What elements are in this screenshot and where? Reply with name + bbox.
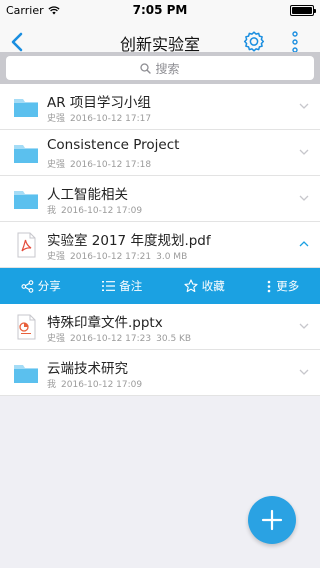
file-owner: 史强 (47, 252, 66, 262)
file-row[interactable]: 实验室 2017 年度规划.pdf 史强 2016-10-12 17:21 3.0 … (0, 222, 320, 268)
pdf-file-icon (17, 232, 36, 258)
file-name: 云端技术研究 (47, 361, 128, 377)
file-meta: 我 2016-10-12 17:09 (47, 203, 147, 216)
note-button[interactable]: 备注 (102, 278, 142, 294)
more-vertical-icon (267, 280, 271, 292)
search-placeholder: 搜索 (155, 61, 180, 76)
favorite-button[interactable]: 收藏 (184, 278, 225, 294)
file-action-bar: 分享 备注 收藏 更多 (0, 268, 320, 304)
file-list: AR 项目学习小组 史强 2016-10-12 17:17 Consistence… (0, 84, 320, 396)
file-row[interactable]: AR 项目学习小组 史强 2016-10-12 17:17 (0, 84, 320, 130)
share-label: 分享 (37, 279, 61, 293)
file-owner: 史强 (47, 160, 66, 170)
file-owner: 史强 (47, 334, 66, 344)
status-time: 7:05 PM (132, 3, 188, 17)
file-meta: 史强 2016-10-12 17:23 30.5 KB (47, 331, 196, 344)
file-name: AR 项目学习小组 (47, 95, 151, 111)
folder-icon (14, 191, 38, 209)
file-row[interactable]: Consistence Project 史强 2016-10-12 17:18 (0, 130, 320, 176)
chevron-down-icon[interactable] (298, 321, 310, 331)
battery-icon (290, 5, 316, 16)
file-date: 2016-10-12 17:21 (70, 252, 152, 262)
plus-icon (261, 509, 283, 531)
chevron-up-icon[interactable] (298, 239, 310, 249)
file-row[interactable]: 云端技术研究 我 2016-10-12 17:09 (0, 350, 320, 396)
file-size: 30.5 KB (156, 334, 192, 344)
folder-icon (14, 99, 38, 117)
chevron-down-icon[interactable] (298, 193, 310, 203)
folder-icon (14, 145, 38, 163)
favorite-label: 收藏 (201, 279, 225, 293)
file-name: 特殊印章文件.pptx (47, 315, 163, 331)
status-bar: Carrier 7:05 PM (0, 0, 320, 20)
file-owner: 史强 (47, 114, 66, 124)
chevron-down-icon[interactable] (298, 101, 310, 111)
file-meta: 史强 2016-10-12 17:21 3.0 MB (47, 249, 192, 262)
gear-icon[interactable] (242, 30, 266, 54)
pptx-file-icon (17, 314, 36, 340)
star-icon (184, 279, 198, 293)
more-button[interactable]: 更多 (266, 278, 299, 294)
chevron-down-icon[interactable] (298, 147, 310, 157)
search-icon (140, 62, 152, 74)
file-date: 2016-10-12 17:23 (70, 334, 152, 344)
folder-icon (14, 365, 38, 383)
file-meta: 史强 2016-10-12 17:18 (47, 157, 156, 170)
note-label: 备注 (119, 279, 143, 293)
file-size: 3.0 MB (156, 252, 188, 262)
share-button[interactable]: 分享 (21, 278, 61, 294)
search-input[interactable]: 搜索 (6, 56, 314, 80)
file-date: 2016-10-12 17:09 (61, 380, 143, 390)
chevron-down-icon[interactable] (298, 367, 310, 377)
file-row[interactable]: 特殊印章文件.pptx 史强 2016-10-12 17:23 30.5 KB (0, 304, 320, 350)
list-icon (102, 281, 116, 291)
share-icon (21, 279, 34, 293)
file-owner: 我 (47, 206, 57, 216)
file-name: 实验室 2017 年度规划.pdf (47, 233, 211, 249)
file-owner: 我 (47, 380, 57, 390)
more-label: 更多 (276, 279, 300, 293)
file-date: 2016-10-12 17:18 (70, 160, 152, 170)
file-name: 人工智能相关 (47, 187, 128, 203)
file-date: 2016-10-12 17:09 (61, 206, 143, 216)
chevron-left-icon (11, 32, 23, 52)
file-row[interactable]: 人工智能相关 我 2016-10-12 17:09 (0, 176, 320, 222)
file-date: 2016-10-12 17:17 (70, 114, 152, 124)
file-meta: 史强 2016-10-12 17:17 (47, 111, 156, 124)
add-button[interactable] (248, 496, 296, 544)
file-meta: 我 2016-10-12 17:09 (47, 377, 147, 390)
search-bar: 搜索 (0, 52, 320, 84)
file-name: Consistence Project (47, 137, 180, 153)
